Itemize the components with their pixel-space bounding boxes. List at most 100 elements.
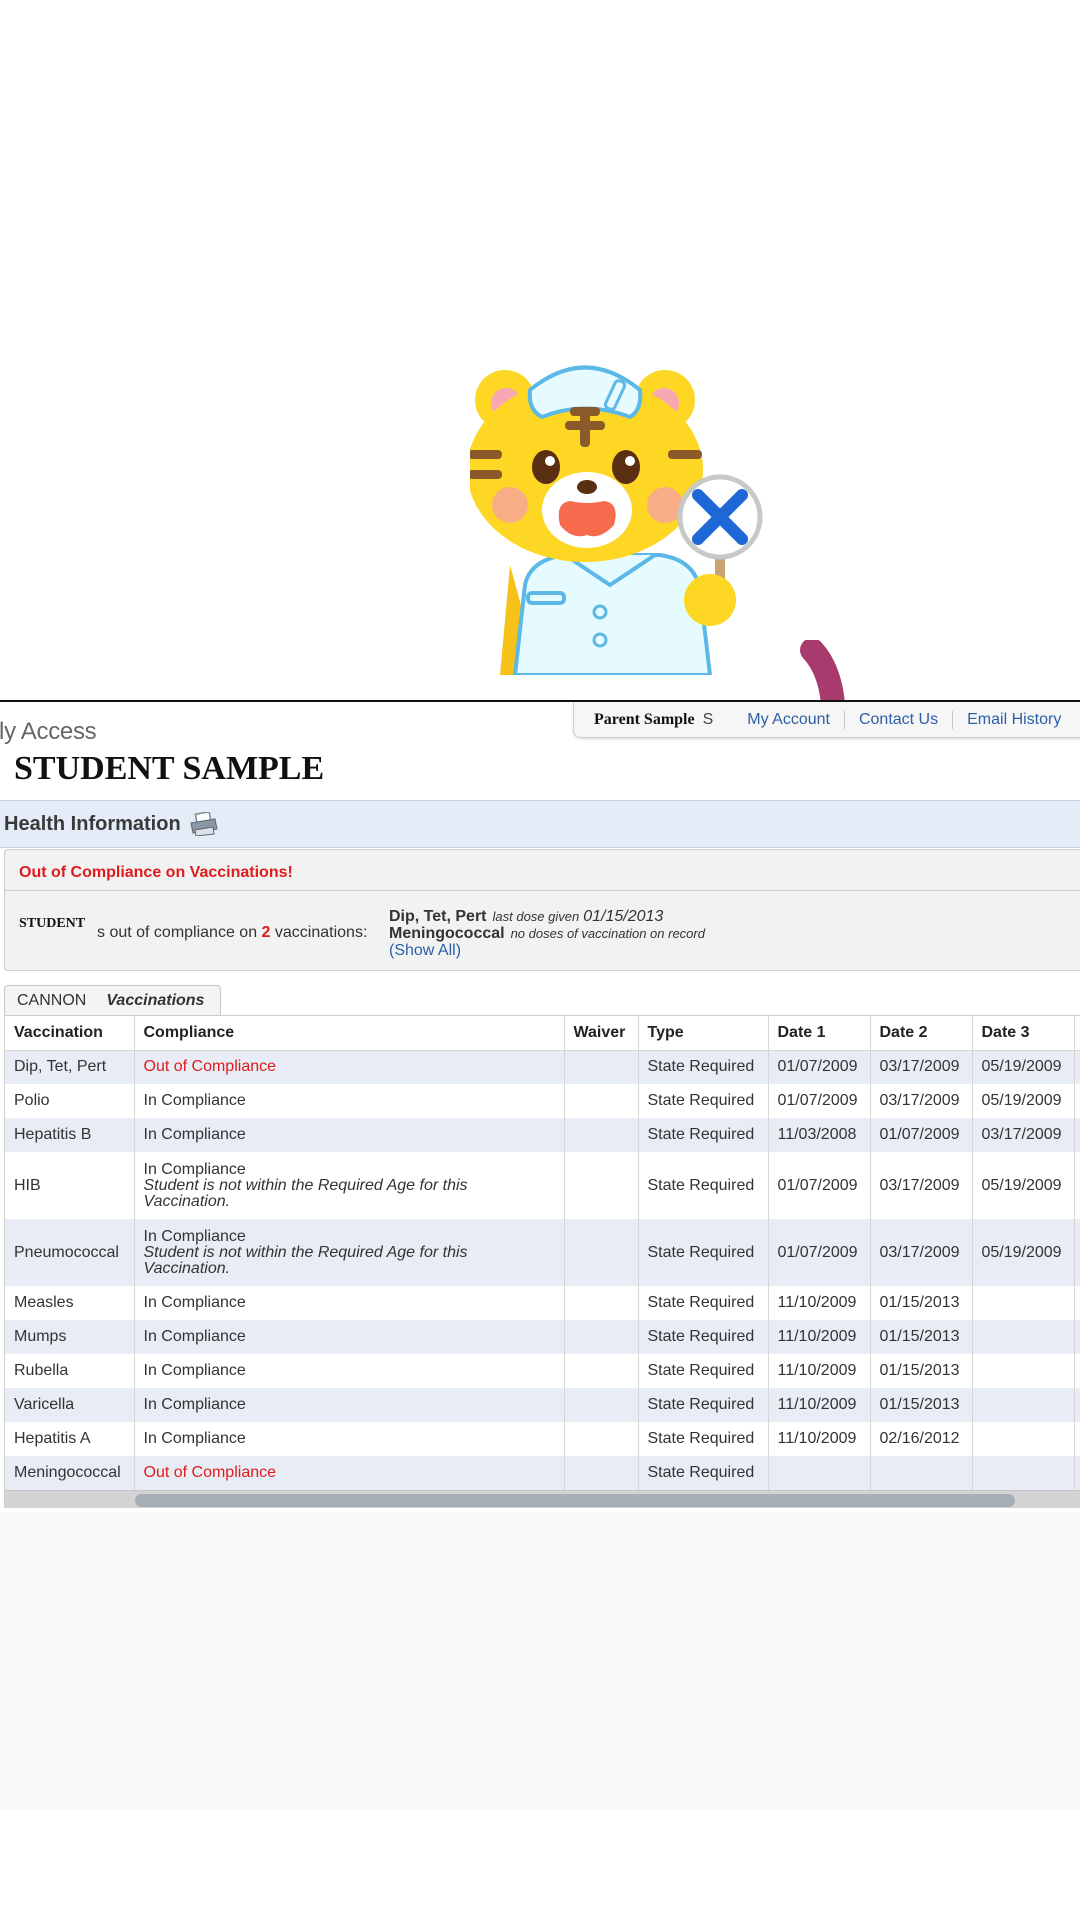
- table-row: Hepatitis B In Compliance State Required 11…: [5, 1118, 1080, 1152]
- date3-cell: [972, 1422, 1075, 1456]
- waiver-cell: [564, 1422, 639, 1456]
- date2-cell: 01/15/2013: [870, 1388, 973, 1422]
- alert-body: STUDENT s out of compliance on 2 vaccina…: [19, 906, 1080, 966]
- page-background: [0, 1512, 1080, 1810]
- waiver-cell: [564, 1152, 639, 1219]
- printer-icon[interactable]: [189, 812, 219, 836]
- column-header-overflow: [1074, 1016, 1080, 1051]
- vaccination-cell: Pneumococcal: [5, 1219, 135, 1286]
- vaccination-cell: HIB: [5, 1152, 135, 1219]
- alert-divider: [5, 890, 1080, 891]
- my-account-link[interactable]: My Account: [731, 711, 844, 729]
- date3-cell: 05/19/2009: [972, 1219, 1075, 1286]
- compliance-cell: In Compliance: [134, 1354, 565, 1388]
- column-header[interactable]: Date 1: [768, 1016, 871, 1051]
- compliance-status: In Compliance: [143, 1092, 246, 1109]
- vaccination-cell: Mumps: [5, 1320, 135, 1354]
- column-header[interactable]: Compliance: [134, 1016, 565, 1051]
- column-header[interactable]: Date 3: [972, 1016, 1075, 1051]
- compliance-status: In Compliance: [143, 1396, 246, 1413]
- table-row: Dip, Tet, Pert Out of Compliance State Req…: [5, 1050, 1080, 1084]
- date1-cell: 11/10/2009: [768, 1388, 871, 1422]
- vaccination-cell: Meningococcal: [5, 1456, 135, 1490]
- section-header: Health Information: [0, 800, 1080, 848]
- type-cell: State Required: [638, 1422, 769, 1456]
- vaccination-cell: Polio: [5, 1084, 135, 1118]
- date3-cell: [972, 1354, 1075, 1388]
- date2-cell: 03/17/2009: [870, 1050, 973, 1084]
- tiger-nurse-mascot: [470, 365, 763, 675]
- date3-cell: 05/19/2009: [972, 1152, 1075, 1219]
- vaccination-table: Vaccination Compliance Waiver Type Date …: [4, 1015, 1080, 1508]
- table-header-row: Vaccination Compliance Waiver Type Date …: [5, 1016, 1080, 1051]
- date2-cell: 02/16/2012: [870, 1422, 973, 1456]
- vaccination-cell: Rubella: [5, 1354, 135, 1388]
- table-row: Rubella In Compliance State Required 11/10/…: [5, 1354, 1080, 1388]
- vaccination-cell: Measles: [5, 1286, 135, 1320]
- date1-cell: 01/07/2009: [768, 1219, 871, 1286]
- overflow-cell: [1074, 1152, 1080, 1219]
- date2-cell: 03/17/2009: [870, 1152, 973, 1219]
- type-cell: State Required: [638, 1118, 769, 1152]
- tab-vaccinations[interactable]: CANNON Vaccinations: [4, 985, 221, 1015]
- compliance-cell: Out of Compliance: [134, 1050, 565, 1084]
- table-row: Measles In Compliance State Required 11/10/…: [5, 1286, 1080, 1320]
- overflow-cell: [1074, 1354, 1080, 1388]
- date3-cell: [972, 1456, 1075, 1490]
- table-row: Polio In Compliance State Required 01/07/20…: [5, 1084, 1080, 1118]
- compliance-status: In Compliance: [143, 1227, 246, 1245]
- column-header[interactable]: Type: [638, 1016, 769, 1051]
- contact-us-link[interactable]: Contact Us: [843, 710, 952, 729]
- tab-label: Vaccinations: [106, 991, 205, 1009]
- column-header[interactable]: Waiver: [564, 1016, 639, 1051]
- vaccination-cell: Hepatitis A: [5, 1422, 135, 1456]
- type-cell: State Required: [638, 1152, 769, 1219]
- waiver-cell: [564, 1456, 639, 1490]
- date3-cell: 05/19/2009: [972, 1084, 1075, 1118]
- date2-cell: 01/07/2009: [870, 1118, 973, 1152]
- scrollbar-thumb[interactable]: [135, 1494, 1015, 1507]
- overflow-cell: [1074, 1286, 1080, 1320]
- compliance-cell: In Compliance: [134, 1422, 565, 1456]
- date2-cell: 03/17/2009: [870, 1084, 973, 1118]
- date3-cell: 05/19/2009: [972, 1050, 1075, 1084]
- column-header[interactable]: Vaccination: [5, 1016, 135, 1051]
- alert-item: Dip, Tet, Pert last dose given 01/15/2013: [389, 908, 664, 925]
- overflow-cell: [1074, 1084, 1080, 1118]
- compliance-cell: In Compliance Student is not within the R…: [134, 1219, 565, 1286]
- compliance-cell: In Compliance: [134, 1320, 565, 1354]
- portal-screenshot: Parent Sample S My Account Contact Us Em…: [0, 700, 1080, 1810]
- section-title: Health Information: [4, 812, 181, 835]
- waiver-cell: [564, 1320, 639, 1354]
- overflow-cell: [1074, 1456, 1080, 1490]
- table-row: Varicella In Compliance State Required 11/1…: [5, 1388, 1080, 1422]
- compliance-cell: In Compliance: [134, 1118, 565, 1152]
- user-name: Parent Sample: [594, 710, 695, 728]
- date2-cell: 01/15/2013: [870, 1286, 973, 1320]
- waiver-cell: [564, 1118, 639, 1152]
- table-row: Hepatitis A In Compliance State Required 11…: [5, 1422, 1080, 1456]
- date1-cell: [768, 1456, 871, 1490]
- date1-cell: 11/10/2009: [768, 1286, 871, 1320]
- date1-cell: 01/07/2009: [768, 1152, 871, 1219]
- alert-item: Meningococcal no doses of vaccination on …: [389, 925, 705, 942]
- overflow-cell: [1074, 1219, 1080, 1286]
- date3-cell: [972, 1320, 1075, 1354]
- compliance-cell: In Compliance Student is not within the R…: [134, 1152, 565, 1219]
- email-history-link[interactable]: Email History: [952, 710, 1075, 729]
- compliance-status: Out of Compliance: [143, 1464, 277, 1481]
- type-cell: State Required: [638, 1388, 769, 1422]
- date2-cell: 01/15/2013: [870, 1354, 973, 1388]
- horizontal-scrollbar[interactable]: [5, 1490, 1080, 1507]
- table-row: Mumps In Compliance State Required 11/10/20…: [5, 1320, 1080, 1354]
- show-all-link[interactable]: (Show All): [389, 942, 705, 960]
- overflow-cell: [1074, 1320, 1080, 1354]
- column-header[interactable]: Date 2: [870, 1016, 973, 1051]
- overflow-cell: [1074, 1050, 1080, 1084]
- date1-cell: 01/07/2009: [768, 1084, 871, 1118]
- waiver-cell: [564, 1286, 639, 1320]
- vaccination-cell: Varicella: [5, 1388, 135, 1422]
- type-cell: State Required: [638, 1219, 769, 1286]
- user-initial: S: [702, 710, 714, 728]
- compliance-cell: In Compliance: [134, 1286, 565, 1320]
